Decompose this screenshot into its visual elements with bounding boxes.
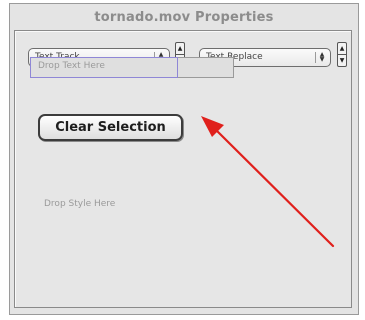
- stepper-down-icon[interactable]: ▼: [338, 55, 346, 66]
- popup-arrows-icon: ▲▼: [319, 51, 325, 63]
- popup-separator: [315, 52, 316, 63]
- stepper-up-icon[interactable]: ▲: [176, 43, 184, 55]
- drop-text-placeholder: Drop Text Here: [38, 61, 105, 71]
- clear-selection-button[interactable]: Clear Selection: [38, 114, 183, 141]
- window-title: tornado.mov Properties: [94, 10, 274, 25]
- action-stepper[interactable]: ▲ ▼: [337, 42, 347, 67]
- drop-style-area[interactable]: Drop Style Here: [44, 199, 115, 209]
- drop-text-field[interactable]: Drop Text Here: [30, 57, 234, 78]
- stepper-up-icon[interactable]: ▲: [338, 43, 346, 55]
